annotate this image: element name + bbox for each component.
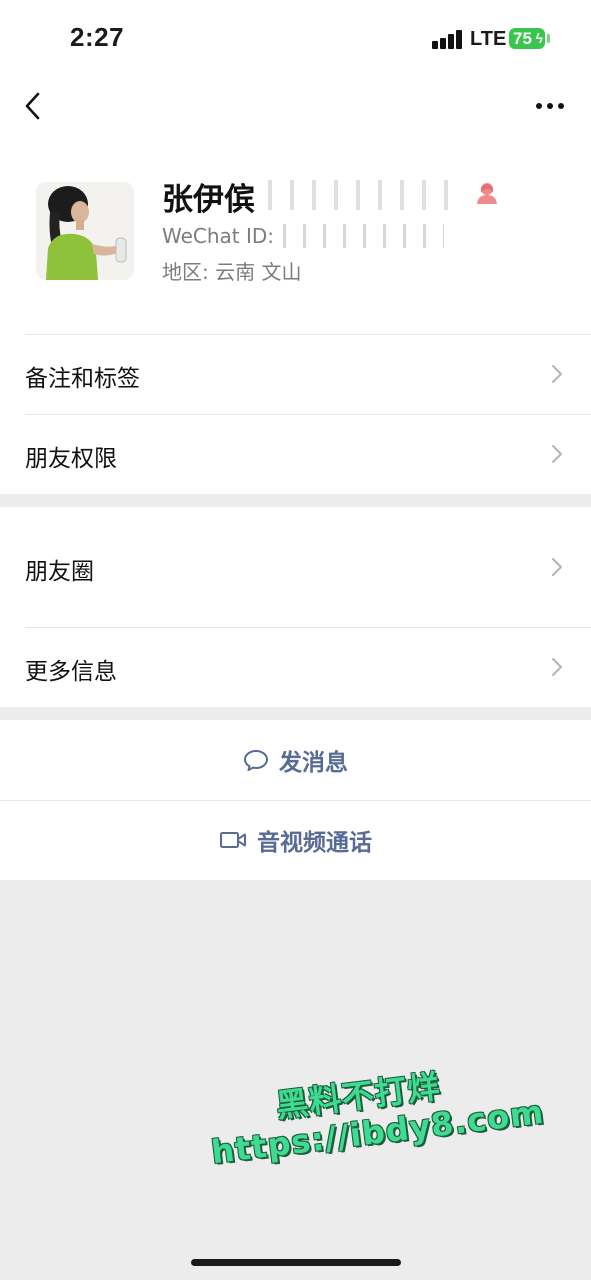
name-redaction	[258, 180, 464, 210]
video-call-button[interactable]: 音视频通话	[0, 800, 591, 880]
wechat-id-label: WeChat ID:	[162, 224, 275, 248]
chevron-right-icon	[552, 658, 562, 676]
more-dot-icon	[547, 103, 553, 109]
region-value: 云南 文山	[215, 260, 302, 284]
chevron-left-icon	[25, 92, 40, 120]
divider	[25, 414, 591, 415]
battery-cap	[547, 34, 550, 43]
divider	[25, 334, 591, 335]
back-button[interactable]	[20, 88, 50, 124]
more-info-row[interactable]: 更多信息	[0, 627, 591, 707]
video-call-content: 音视频通话	[0, 800, 591, 880]
home-indicator[interactable]	[191, 1259, 401, 1266]
remark-tags-label: 备注和标签	[25, 366, 140, 392]
charging-bolt-icon: ϟ	[535, 30, 543, 46]
status-time: 2:27	[70, 22, 125, 52]
battery-level: 75	[513, 29, 532, 48]
profile-header: 张伊傧 WeChat ID: 地区: 云南 文山	[0, 134, 591, 334]
avatar[interactable]	[36, 182, 134, 280]
divider	[25, 627, 591, 628]
send-message-content: 发消息	[0, 720, 591, 800]
chat-bubble-icon	[244, 750, 268, 771]
status-bar: 2:27 LTE 75 ϟ	[0, 0, 591, 78]
region-label: 地区:	[162, 260, 209, 284]
remark-tags-row[interactable]: 备注和标签	[0, 334, 591, 414]
network-type: LTE	[470, 28, 507, 50]
friend-permissions-row[interactable]: 朋友权限	[0, 414, 591, 494]
signal-icon	[432, 29, 464, 49]
chevron-right-icon	[552, 558, 562, 576]
more-info-label: 更多信息	[25, 659, 117, 685]
send-message-button[interactable]: 发消息	[0, 720, 591, 800]
more-options-button[interactable]	[532, 90, 568, 120]
avatar-photo	[36, 182, 134, 280]
region: 地区: 云南 文山	[162, 256, 301, 285]
friend-permissions-label: 朋友权限	[25, 446, 117, 472]
more-dot-icon	[558, 103, 564, 109]
video-call-label: 音视频通话	[257, 830, 372, 856]
more-dot-icon	[536, 103, 542, 109]
chevron-right-icon	[552, 445, 562, 463]
send-message-label: 发消息	[279, 750, 348, 776]
nav-bar	[0, 78, 591, 134]
battery-icon: 75 ϟ	[509, 28, 545, 49]
contact-name: 张伊傧	[162, 182, 255, 218]
watermark: 黑料不打烊 https://ibdy8.com	[204, 1051, 546, 1209]
wechat-id-redaction	[274, 224, 444, 248]
video-camera-icon	[220, 832, 246, 848]
chevron-right-icon	[552, 365, 562, 383]
moments-row[interactable]: 朋友圈	[0, 507, 591, 627]
female-gender-icon	[477, 183, 497, 204]
moments-label: 朋友圈	[25, 559, 94, 585]
